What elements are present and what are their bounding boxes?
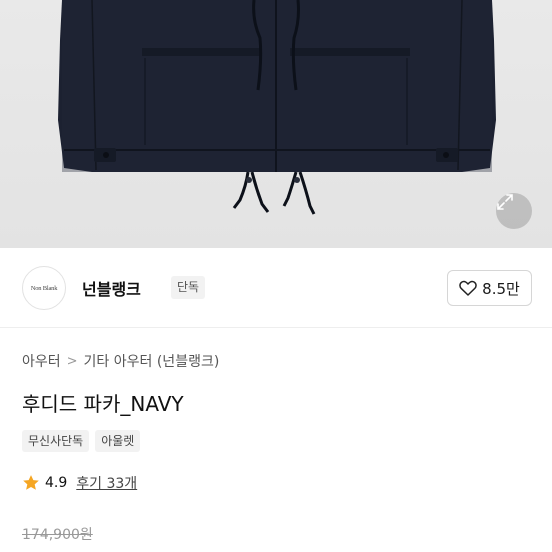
original-price: 174,900원: [22, 527, 93, 543]
expand-icon: [497, 194, 513, 210]
product-title: 후디드 파카_NAVY: [22, 392, 184, 416]
brand-row: Non Blank 넌블랭크 단독 8.5만: [22, 266, 532, 310]
tag-musinsa-exclusive: 무신사단독: [22, 430, 90, 452]
exclusive-badge: 단독: [171, 276, 206, 299]
breadcrumb-item-other-outer[interactable]: 기타 아우터 (넌블랭크): [84, 351, 220, 371]
star-icon: [23, 475, 39, 490]
brand-logo[interactable]: Non Blank: [22, 266, 66, 310]
breadcrumb-separator: >: [66, 353, 78, 369]
rating-row: 4.9 후기 33개: [22, 473, 137, 493]
product-tags: 무신사단독 아울렛: [22, 430, 141, 452]
heart-icon: [459, 280, 477, 296]
section-divider: [0, 327, 552, 328]
like-count: 8.5만: [482, 279, 520, 298]
tag-outlet: 아울렛: [95, 430, 141, 452]
product-image[interactable]: [0, 0, 552, 248]
breadcrumb: 아우터 > 기타 아우터 (넌블랭크): [22, 351, 219, 371]
expand-image-button[interactable]: [496, 193, 532, 229]
rating-score: 4.9: [45, 475, 68, 491]
breadcrumb-item-outer[interactable]: 아우터: [22, 351, 61, 371]
jacket-image: [0, 0, 552, 248]
brand-name[interactable]: 넌블랭크: [82, 276, 141, 300]
like-button[interactable]: 8.5만: [447, 270, 532, 306]
brand-logo-text: Non Blank: [30, 284, 58, 292]
reviews-link[interactable]: 후기 33개: [76, 473, 137, 493]
